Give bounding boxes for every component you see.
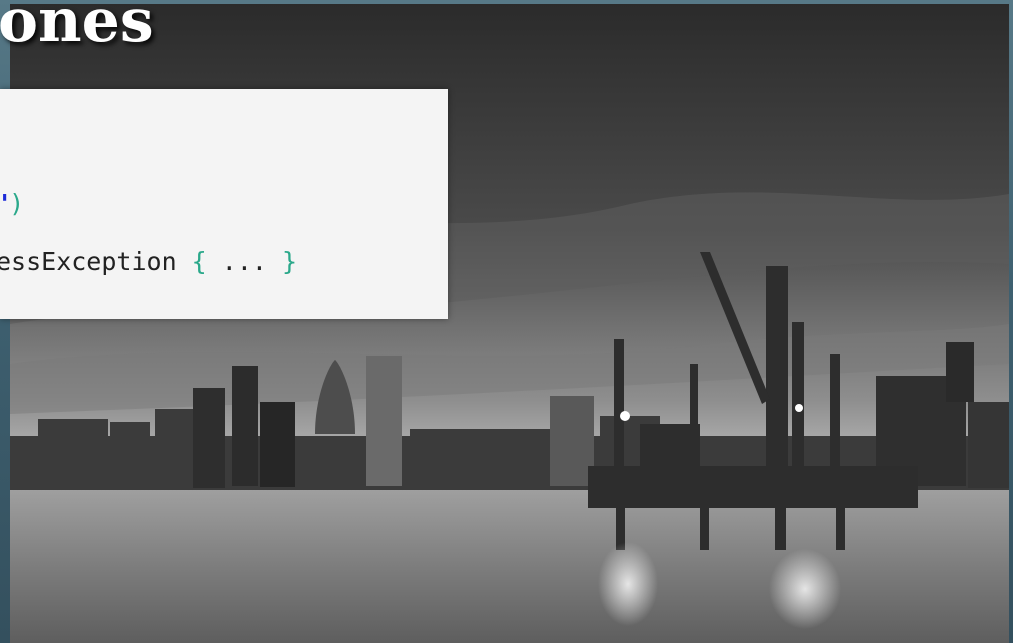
platform-light <box>620 411 630 421</box>
code-snippet-panel: ") essException { ... } <box>0 89 448 319</box>
platform-light <box>795 404 803 412</box>
river <box>10 490 1009 643</box>
slide-title: ones <box>0 0 154 56</box>
code-line-annotation: ") <box>0 189 24 218</box>
code-line-method: essException { ... } <box>0 247 297 276</box>
code-string-quote: " <box>0 189 9 218</box>
light-reflection <box>598 542 658 626</box>
code-close-brace: } <box>282 247 298 276</box>
light-reflection <box>769 549 841 629</box>
code-open-brace: { <box>191 247 207 276</box>
code-close-paren: ) <box>9 189 25 218</box>
code-ellipsis: ... <box>206 247 282 276</box>
code-exception-text: essException <box>0 247 192 276</box>
